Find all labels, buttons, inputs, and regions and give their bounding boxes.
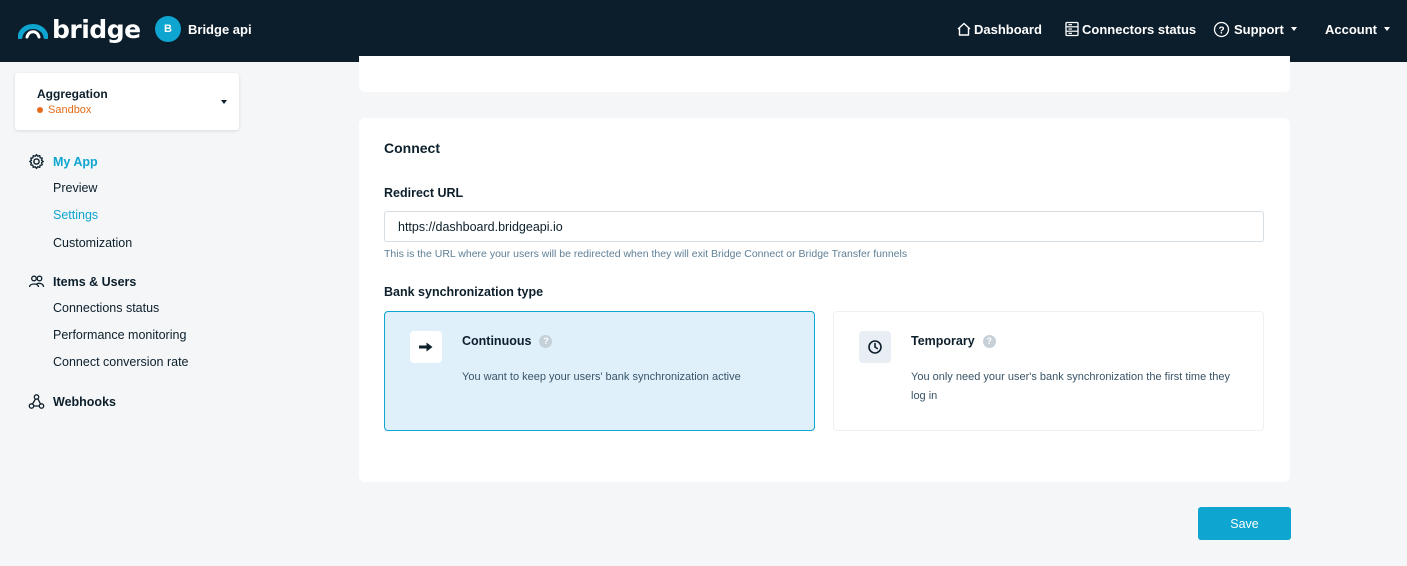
sidebar-section-my-app[interactable]: My App — [28, 153, 98, 170]
status-dot — [37, 107, 43, 113]
redirect-url-label: Redirect URL — [384, 186, 464, 200]
sync-type-label: Bank synchronization type — [384, 285, 544, 299]
connect-title: Connect — [384, 140, 440, 156]
chevron-down-icon — [221, 100, 227, 104]
arrow-right-icon — [410, 331, 442, 363]
clock-icon — [859, 331, 891, 363]
sync-option-continuous-label: Continuous — [462, 334, 532, 348]
app-switcher[interactable]: B Bridge api — [155, 16, 252, 42]
server-list-icon — [1065, 21, 1079, 37]
sync-option-temporary-description: You only need your user's bank synchroni… — [911, 371, 1231, 402]
app-name: Bridge api — [188, 21, 252, 37]
nav-dashboard[interactable]: Dashboard — [956, 20, 1042, 38]
sidebar-section-webhooks[interactable]: Webhooks — [28, 393, 116, 410]
top-navbar: bridge B Bridge api Dashboard Connectors… — [0, 0, 1407, 62]
sidebar-section-webhooks-label: Webhooks — [53, 394, 116, 409]
sidebar-item-performance-monitoring[interactable]: Performance monitoring — [53, 328, 186, 342]
sync-option-temporary-title: Temporary ? — [911, 334, 996, 348]
sidebar-item-connect-conversion-rate[interactable]: Connect conversion rate — [53, 355, 189, 369]
sidebar-section-my-app-label: My App — [53, 154, 98, 169]
help-icon[interactable]: ? — [539, 334, 553, 348]
webhook-icon — [28, 394, 45, 409]
gear-icon — [29, 153, 44, 170]
chevron-down-icon — [1384, 27, 1390, 31]
help-icon[interactable]: ? — [982, 334, 996, 348]
connect-card: Connect Redirect URL This is the URL whe… — [359, 118, 1290, 482]
environment-selector[interactable]: Aggregation Sandbox — [15, 73, 239, 130]
nav-account-label: Account — [1325, 21, 1377, 37]
nav-account[interactable]: Account — [1325, 20, 1390, 38]
nav-dashboard-label: Dashboard — [974, 21, 1042, 37]
brand-name: bridge — [52, 14, 141, 44]
redirect-url-input[interactable] — [384, 211, 1264, 242]
environment-status-label: Sandbox — [48, 104, 92, 116]
chevron-down-icon — [1290, 27, 1297, 31]
sidebar-section-items-users[interactable]: Items & Users — [28, 273, 136, 290]
save-button[interactable]: Save — [1198, 507, 1291, 540]
sync-option-continuous-title: Continuous ? — [462, 334, 553, 348]
nav-support[interactable]: ? Support — [1213, 20, 1297, 38]
users-icon — [28, 275, 45, 288]
app-avatar: B — [155, 16, 181, 42]
bridge-logo-icon — [18, 24, 48, 39]
brand-logo[interactable]: bridge — [18, 13, 141, 45]
previous-card — [359, 56, 1290, 92]
sync-option-temporary-label: Temporary — [911, 334, 975, 348]
redirect-url-hint: This is the URL where your users will be… — [384, 248, 908, 260]
environment-title: Aggregation — [37, 87, 108, 101]
sidebar-item-preview[interactable]: Preview — [53, 181, 97, 195]
home-icon — [957, 22, 971, 36]
help-circle-icon: ? — [1213, 21, 1230, 37]
nav-connectors-status[interactable]: Connectors status — [1064, 20, 1196, 38]
sidebar-section-items-users-label: Items & Users — [53, 274, 137, 289]
sync-option-continuous[interactable]: Continuous ? You want to keep your users… — [384, 311, 815, 431]
sync-option-continuous-description: You want to keep your users' bank synchr… — [462, 371, 741, 383]
nav-connectors-label: Connectors status — [1082, 21, 1197, 37]
sidebar-item-connections-status[interactable]: Connections status — [53, 301, 159, 315]
sidebar-item-customization[interactable]: Customization — [53, 236, 132, 250]
environment-status: Sandbox — [37, 104, 91, 116]
nav-support-label: Support — [1234, 21, 1284, 37]
sidebar-item-settings[interactable]: Settings — [53, 208, 98, 222]
svg-text:?: ? — [1218, 25, 1224, 36]
sync-option-temporary[interactable]: Temporary ? You only need your user's ba… — [833, 311, 1264, 431]
